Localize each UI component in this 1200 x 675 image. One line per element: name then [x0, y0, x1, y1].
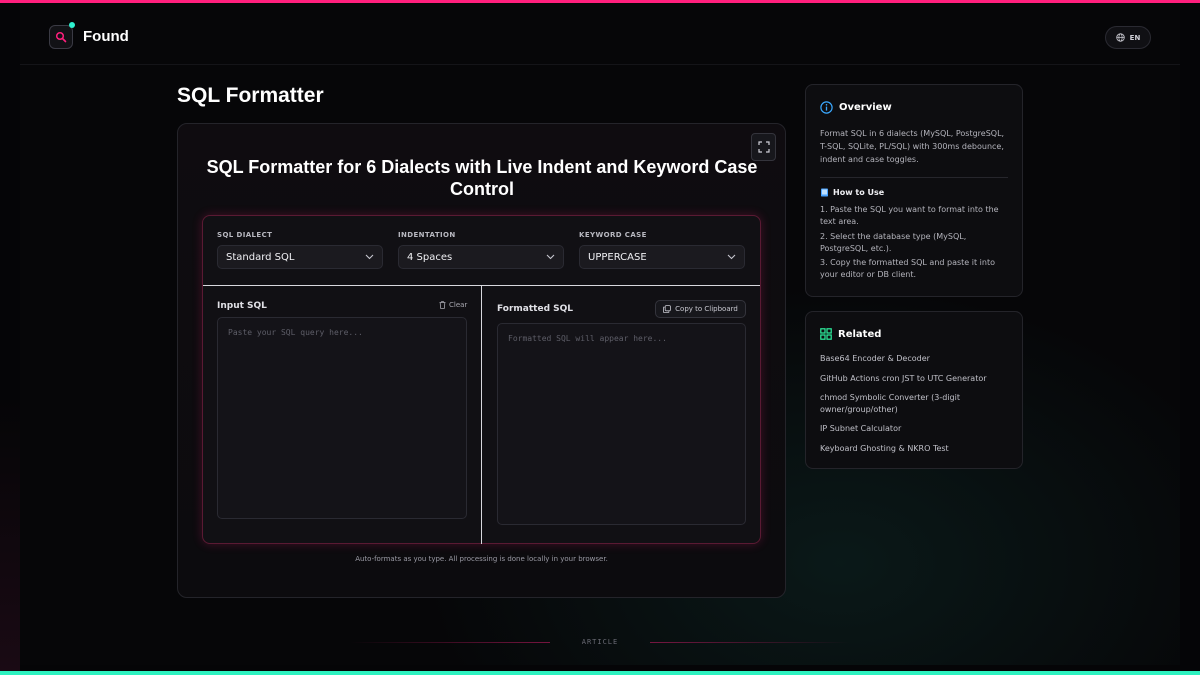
book-icon [821, 188, 828, 197]
related-link-base64[interactable]: Base64 Encoder & Decoder [820, 353, 1012, 365]
clear-button[interactable]: Clear [439, 301, 467, 309]
overview-text: Format SQL in 6 dialects (MySQL, Postgre… [820, 129, 1005, 164]
step-3: 3. Copy the formatted SQL and paste it i… [820, 258, 995, 279]
related-link-keyboard[interactable]: Keyboard Ghosting & NKRO Test [820, 443, 1012, 455]
keyword-case-value: UPPERCASE [588, 251, 647, 263]
formatted-sql-placeholder: Formatted SQL will appear here... [508, 334, 667, 343]
clear-label: Clear [449, 301, 468, 309]
globe-icon [1115, 33, 1125, 42]
info-icon [820, 101, 833, 114]
indentation-select[interactable]: 4 Spaces [398, 245, 564, 269]
related-title: Related [838, 328, 882, 340]
pane-divider [481, 286, 482, 544]
page-title: SQL Formatter [177, 84, 324, 107]
copy-label: Copy to Clipboard [675, 305, 738, 313]
indentation-label: INDENTATION [398, 231, 456, 239]
indentation-value: 4 Spaces [407, 251, 453, 263]
how-to-use-heading: How to Use [820, 188, 884, 197]
article-section-label: ARTICLE [581, 638, 619, 646]
header-divider [20, 64, 1180, 65]
keyword-case-label: KEYWORD CASE [579, 231, 647, 239]
how-to-use-title: How to Use [833, 188, 885, 197]
step-2: 2. Select the database type (MySQL, Post… [820, 232, 967, 253]
step-1: 1. Paste the SQL you want to format into… [820, 205, 999, 226]
related-link-chmod[interactable]: chmod Symbolic Converter (3-digit owner/… [820, 392, 1012, 416]
chevron-down-icon [365, 254, 374, 260]
tool-heading: SQL Formatter for 6 Dialects with Live I… [206, 157, 758, 199]
left-edge-glow [0, 400, 20, 675]
copy-to-clipboard-button[interactable]: Copy to Clipboard [655, 300, 746, 318]
related-link-cron[interactable]: GitHub Actions cron JST to UTC Generator [820, 373, 1012, 385]
input-sql-label: Input SQL [217, 301, 267, 311]
fullscreen-icon [757, 141, 770, 153]
sql-dialect-select[interactable]: Standard SQL [217, 245, 383, 269]
related-heading: Related [820, 328, 881, 340]
overview-divider [820, 177, 1008, 178]
input-sql-textarea[interactable]: Paste your SQL query here... [217, 317, 467, 519]
formatted-sql-label: Formatted SQL [497, 304, 574, 314]
overview-title: Overview [839, 102, 892, 113]
sql-dialect-label: SQL DIALECT [217, 231, 273, 239]
chevron-down-icon [546, 254, 555, 260]
brand-name[interactable]: Found [83, 28, 129, 45]
trash-icon [439, 301, 446, 309]
formatted-sql-output[interactable]: Formatted SQL will appear here... [497, 323, 746, 525]
sql-dialect-value: Standard SQL [226, 251, 295, 263]
processing-note: Auto-formats as you type. All processing… [355, 555, 608, 563]
overview-heading: Overview [820, 101, 892, 114]
logo-status-dot [69, 22, 75, 28]
article-line-right [650, 642, 850, 643]
copy-icon [663, 305, 671, 313]
grid-icon [820, 328, 832, 340]
language-label: EN [1129, 33, 1141, 42]
language-button[interactable]: EN [1105, 26, 1151, 49]
keyword-case-select[interactable]: UPPERCASE [579, 245, 745, 269]
input-sql-placeholder: Paste your SQL query here... [228, 328, 363, 337]
chevron-down-icon [727, 254, 736, 260]
search-icon [55, 31, 67, 43]
article-line-left [350, 642, 550, 643]
logo-button[interactable] [49, 25, 73, 49]
bottom-accent-stripe [0, 671, 1200, 675]
related-link-ip-subnet[interactable]: IP Subnet Calculator [820, 423, 1012, 435]
